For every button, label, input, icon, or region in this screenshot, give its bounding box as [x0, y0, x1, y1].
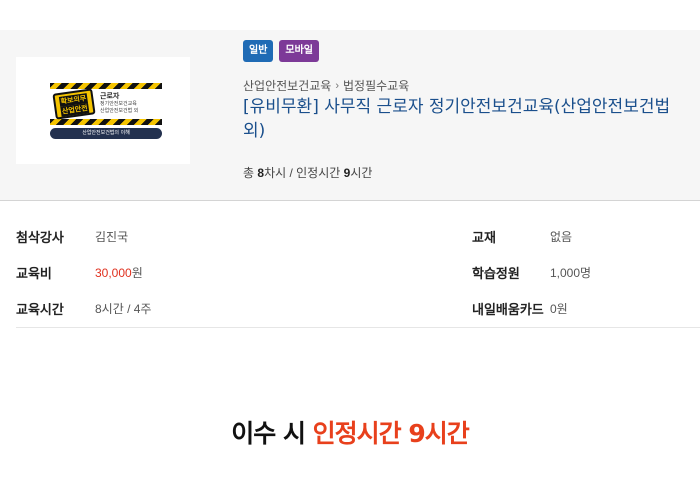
breadcrumb-category[interactable]: 산업안전보건교육	[243, 77, 331, 94]
chevron-right-icon: ›	[335, 79, 339, 92]
badge-general: 일반	[243, 40, 274, 62]
info-divider	[16, 327, 700, 328]
info-label: 교재	[472, 229, 496, 245]
breadcrumb-subcategory[interactable]: 법정필수교육	[343, 77, 409, 94]
info-label: 학습정원	[472, 265, 520, 281]
info-label: 교육시간	[16, 301, 64, 317]
info-value: 8시간 / 4주	[95, 301, 152, 316]
hazard-stripe-top	[50, 83, 162, 89]
summary-mid: 차시 / 인정시간	[264, 166, 344, 180]
info-duration: 교육시간 8시간 / 4주	[16, 290, 416, 326]
thumbnail-heading: 근로자	[100, 92, 120, 100]
hazard-stripe-bottom	[50, 119, 162, 125]
course-title: [유비무환] 사무직 근로자 정기안전보건교육(산업안전보건법 외)	[243, 97, 671, 141]
course-header: 확보의무 산업안전 근로자 정기안전보건교육 산업안전보건법 외 산업안전보건법…	[0, 30, 700, 201]
badge-mobile: 모바일	[279, 40, 320, 62]
info-value: 0원	[550, 301, 568, 316]
info-label: 첨삭강사	[16, 229, 64, 245]
summary-prefix: 총	[243, 166, 258, 180]
info-capacity: 학습정원 1,000명	[472, 254, 700, 290]
badge-group: 일반 모바일	[243, 40, 320, 62]
summary-suffix: 시간	[350, 166, 373, 180]
info-value: 1,000명	[550, 265, 592, 280]
info-instructor: 첨삭강사 김진국	[16, 218, 416, 254]
info-row: 교육시간 8시간 / 4주 내일배움카드 0원	[16, 290, 700, 326]
course-info-table: 첨삭강사 김진국 교재 없음 교육비 30,000원 학습정원 1,000명 교…	[16, 218, 700, 326]
info-value: 없음	[550, 229, 573, 244]
thumbnail-card: 확보의무 산업안전 근로자 정기안전보건교육 산업안전보건법 외 산업안전보건법…	[50, 81, 162, 139]
thumbnail-footer: 산업안전보건법의 이해	[50, 128, 162, 139]
promo-prefix: 이수 시	[231, 419, 313, 448]
info-value: 김진국	[95, 229, 129, 244]
top-spacer	[0, 0, 700, 30]
fee-unit: 원	[131, 265, 143, 280]
course-summary: 총 8차시 / 인정시간 9시간	[243, 164, 372, 181]
info-value: 30,000원	[95, 264, 143, 281]
thumbnail-subheading-line2: 산업안전보건법 외	[100, 108, 139, 114]
thumbnail-subheading-line1: 정기안전보건교육	[100, 101, 137, 107]
info-label: 교육비	[16, 265, 52, 281]
info-textbook: 교재 없음	[472, 218, 700, 254]
promo-highlight: 인정시간 9시간	[312, 419, 470, 448]
promo-heading: 이수 시 인정시간 9시간	[0, 414, 700, 450]
fee-amount: 30,000	[95, 265, 132, 280]
info-fee: 교육비 30,000원	[16, 254, 416, 290]
info-row: 첨삭강사 김진국 교재 없음	[16, 218, 700, 254]
thumbnail-subheading: 정기안전보건교육 산업안전보건법 외	[100, 101, 162, 115]
info-row: 교육비 30,000원 학습정원 1,000명	[16, 254, 700, 290]
info-card: 내일배움카드 0원	[472, 290, 700, 326]
info-label: 내일배움카드	[472, 301, 544, 317]
thumbnail-sign: 확보의무 산업안전	[52, 88, 96, 120]
breadcrumb: 산업안전보건교육 › 법정필수교육	[243, 77, 409, 94]
course-thumbnail[interactable]: 확보의무 산업안전 근로자 정기안전보건교육 산업안전보건법 외 산업안전보건법…	[16, 57, 190, 164]
